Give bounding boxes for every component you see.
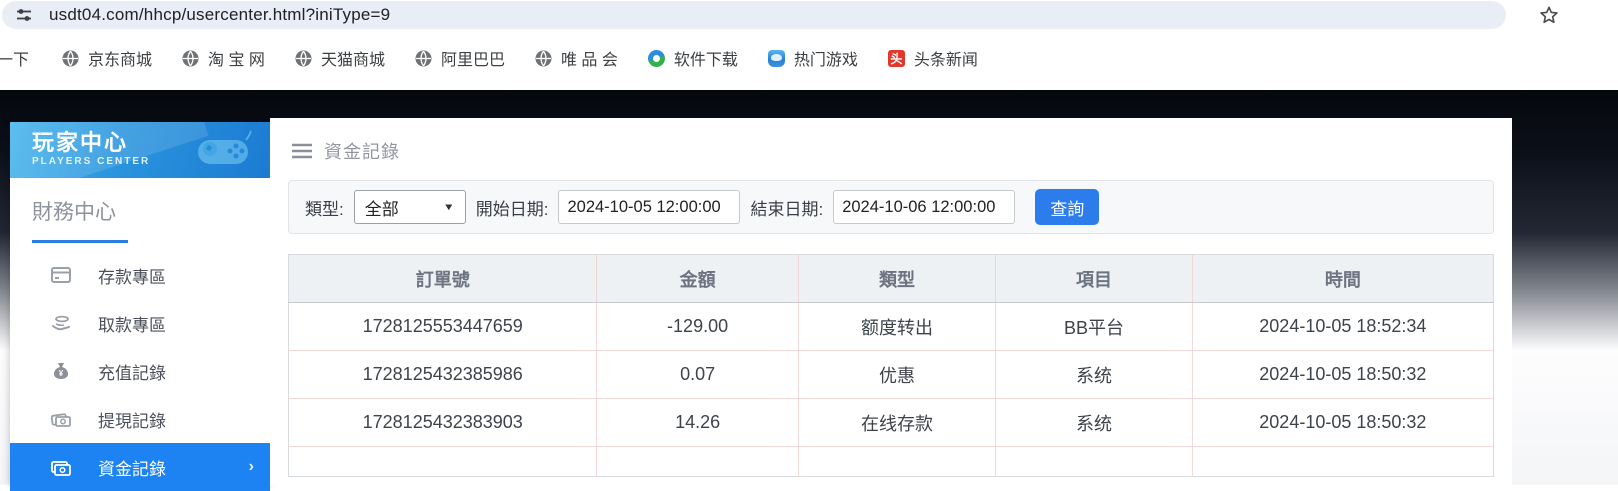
col-header-project: 項目	[996, 255, 1192, 303]
cell-amount: 14.26	[597, 399, 798, 447]
bookmark-item-software[interactable]: 软件下载	[633, 46, 753, 70]
col-header-order-no: 訂單號	[289, 255, 597, 303]
finance-center-title: 財務中心	[32, 196, 250, 226]
page-title: 資金記錄	[324, 138, 400, 164]
sidebar-item-deposit-zone[interactable]: 存款專區	[10, 251, 270, 299]
main-panel: 資金記錄 類型: 全部 ▼ 開始日期: 結束日期: 查詢 訂單號 金額 類型 項…	[270, 118, 1512, 485]
bookmark-label: 唯 品 会	[561, 46, 618, 70]
gamepad-icon	[190, 130, 256, 170]
globe-icon	[415, 50, 432, 67]
fund-record-icon	[50, 456, 72, 478]
list-menu-icon	[292, 143, 312, 159]
table-row: 1728125553447659 -129.00 额度转出 BB平台 2024-…	[289, 303, 1494, 351]
page-header: 資金記錄	[270, 118, 1512, 164]
sidebar-item-label: 存款專區	[98, 263, 166, 288]
fund-records-table: 訂單號 金額 類型 項目 時間 1728125553447659 -129.00…	[288, 254, 1494, 477]
cell-amount: 0.07	[597, 351, 798, 399]
site-settings-icon[interactable]	[15, 6, 33, 24]
url-text[interactable]: usdt04.com/hhcp/usercenter.html?iniType=…	[49, 5, 390, 25]
hand-money-icon	[50, 312, 72, 334]
col-header-time: 時間	[1192, 255, 1493, 303]
bookmark-item-taobao[interactable]: 淘 宝 网	[167, 46, 280, 70]
cell-type: 额度转出	[798, 303, 996, 351]
sidebar-menu: 存款專區 取款專區 ¥ 充值記錄 提現記錄 資金記錄 ›	[10, 251, 270, 491]
chevron-right-icon: ›	[249, 458, 254, 476]
cell-amount: -129.00	[597, 303, 798, 351]
bookmark-label: 淘 宝 网	[208, 46, 265, 70]
cell-order-no: 1728125432383903	[289, 399, 597, 447]
svg-text:¥: ¥	[59, 369, 64, 378]
bookmark-label: 头条新闻	[914, 46, 978, 70]
bookmark-label: 软件下载	[674, 46, 738, 70]
sidebar: 玩家中心 PLAYERS CENTER 財務中心 存款專區 取款專區 ¥ 充值記…	[10, 122, 270, 485]
sidebar-item-recharge-records[interactable]: ¥ 充值記錄	[10, 347, 270, 395]
filter-bar: 類型: 全部 ▼ 開始日期: 結束日期: 查詢	[288, 180, 1494, 234]
table-row-partial	[289, 447, 1494, 477]
sidebar-item-label: 取款專區	[98, 311, 166, 336]
software-download-icon	[648, 50, 665, 67]
banknotes-icon	[50, 408, 72, 430]
bookmark-label: 阿里巴巴	[441, 46, 505, 70]
players-center-banner: 玩家中心 PLAYERS CENTER	[10, 122, 270, 178]
bookmark-item-games[interactable]: 热门游戏	[753, 46, 873, 70]
globe-icon	[182, 50, 199, 67]
globe-icon	[295, 50, 312, 67]
cell-type: 在线存款	[798, 399, 996, 447]
table-row: 1728125432385986 0.07 优惠 系统 2024-10-05 1…	[289, 351, 1494, 399]
end-date-input[interactable]	[833, 190, 1015, 224]
bookmark-item[interactable]: 一下	[0, 46, 47, 70]
deposit-card-icon	[50, 264, 72, 286]
cell-project: 系统	[996, 351, 1192, 399]
globe-icon	[62, 50, 79, 67]
browser-chrome: usdt04.com/hhcp/usercenter.html?iniType=…	[0, 0, 1618, 90]
sidebar-item-withdraw-zone[interactable]: 取款專區	[10, 299, 270, 347]
toutiao-news-icon: 头	[888, 50, 905, 67]
globe-icon	[535, 50, 552, 67]
sidebar-item-withdrawal-records[interactable]: 提現記錄	[10, 395, 270, 443]
cell-project: BB平台	[996, 303, 1192, 351]
money-bag-icon: ¥	[50, 360, 72, 382]
sidebar-item-label: 資金記錄	[98, 455, 166, 480]
start-date-input[interactable]	[558, 190, 740, 224]
start-date-label: 開始日期:	[476, 195, 549, 220]
bookmark-label: 天猫商城	[321, 46, 385, 70]
sidebar-item-label: 提現記錄	[98, 407, 166, 432]
address-bar[interactable]: usdt04.com/hhcp/usercenter.html?iniType=…	[2, 1, 1506, 29]
sidebar-item-fund-records[interactable]: 資金記錄 ›	[10, 443, 270, 491]
query-button[interactable]: 查詢	[1035, 189, 1099, 225]
table-row: 1728125432383903 14.26 在线存款 系统 2024-10-0…	[289, 399, 1494, 447]
cell-order-no: 1728125553447659	[289, 303, 597, 351]
col-header-type: 類型	[798, 255, 996, 303]
bookmark-label: 一下	[0, 46, 29, 70]
type-select-value: 全部	[365, 195, 399, 220]
type-label: 類型:	[305, 195, 344, 220]
bookmark-label: 京东商城	[88, 46, 152, 70]
cell-time: 2024-10-05 18:50:32	[1192, 399, 1493, 447]
type-select[interactable]: 全部 ▼	[354, 190, 466, 224]
bookmark-star-icon[interactable]	[1538, 4, 1560, 26]
bookmark-item-vip[interactable]: 唯 品 会	[520, 46, 633, 70]
bookmark-item-alibaba[interactable]: 阿里巴巴	[400, 46, 520, 70]
bookmark-item-tmall[interactable]: 天猫商城	[280, 46, 400, 70]
bookmark-item-toutiao[interactable]: 头 头条新闻	[873, 46, 993, 70]
sidebar-item-label: 充值記錄	[98, 359, 166, 384]
table-header-row: 訂單號 金額 類型 項目 時間	[289, 255, 1494, 303]
cell-time: 2024-10-05 18:52:34	[1192, 303, 1493, 351]
end-date-label: 結束日期:	[750, 195, 823, 220]
cell-time: 2024-10-05 18:50:32	[1192, 351, 1493, 399]
section-underline	[32, 240, 128, 243]
cell-type: 优惠	[798, 351, 996, 399]
bookmark-item-jd[interactable]: 京东商城	[47, 46, 167, 70]
col-header-amount: 金額	[597, 255, 798, 303]
cell-order-no: 1728125432385986	[289, 351, 597, 399]
bookmarks-bar: 一下 京东商城 淘 宝 网 天猫商城 阿里巴巴 唯 品 会 软件下载 热门游戏	[0, 34, 1618, 82]
hot-games-icon	[768, 50, 785, 67]
chevron-down-icon: ▼	[443, 201, 455, 212]
sidebar-section: 財務中心	[10, 178, 270, 243]
bookmark-label: 热门游戏	[794, 46, 858, 70]
cell-project: 系统	[996, 399, 1192, 447]
